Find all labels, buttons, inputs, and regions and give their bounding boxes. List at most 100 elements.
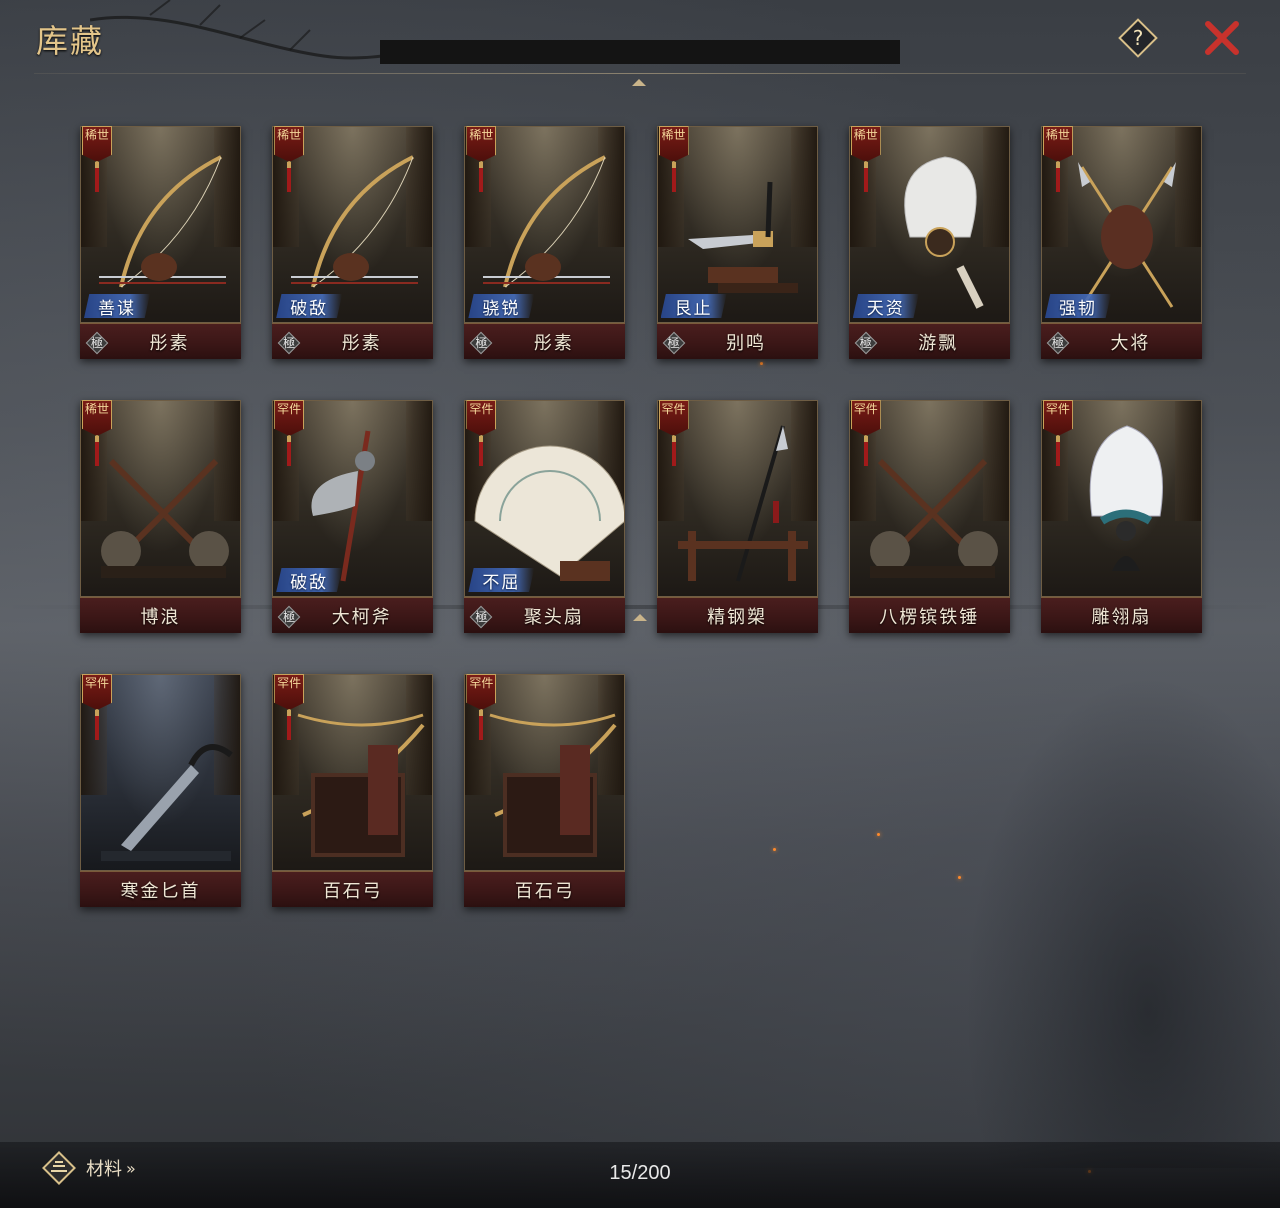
rarity-tag: 稀世: [658, 126, 689, 200]
item-name: 彤素: [341, 332, 382, 354]
grade-badge-label: 極: [283, 336, 296, 350]
rarity-tag: 罕件: [1042, 400, 1073, 474]
grade-badge-label: 極: [475, 610, 488, 624]
question-diamond-icon: ?: [1118, 18, 1158, 58]
item-card[interactable]: 罕件百石弓: [272, 674, 434, 907]
rarity-tag: 罕件: [658, 400, 689, 474]
item-name: 博浪: [140, 606, 181, 628]
scroll-up-caret-icon[interactable]: [632, 79, 646, 86]
item-name-bar: 精钢槊: [656, 597, 818, 633]
item-name-bar: 寒金匕首: [80, 871, 241, 907]
skill-badge: 不屈: [468, 568, 535, 592]
item-name-bar: 八楞镔铁锤: [848, 597, 1010, 633]
rarity-tag-label: 罕件: [661, 402, 686, 416]
item-card[interactable]: 稀世博浪: [80, 400, 241, 633]
page-title: 库藏: [36, 22, 105, 60]
rarity-tag-label: 罕件: [84, 676, 109, 690]
close-button[interactable]: [1200, 18, 1244, 58]
grade-badge: 極: [662, 331, 685, 355]
svg-text:?: ?: [1133, 26, 1144, 50]
item-card[interactable]: 罕件寒金匕首: [80, 674, 241, 907]
skill-badge: 善谋: [84, 294, 150, 318]
inventory-count: 15/200: [609, 1162, 671, 1184]
item-card[interactable]: 罕件破敌大柯斧 極: [272, 400, 434, 633]
item-name: 大将: [1110, 332, 1151, 354]
item-grid: 稀世善谋彤素極 稀世破敌彤素極 稀世骁锐彤素極 稀世艮止别鸣極: [80, 126, 1202, 907]
item-name: 雕翎扇: [1091, 606, 1152, 628]
rarity-tag-label: 罕件: [1045, 402, 1070, 416]
rarity-tag: 罕件: [466, 674, 497, 748]
rarity-tag: 稀世: [850, 126, 881, 200]
header-bar: 库藏 ?: [0, 0, 1280, 86]
materials-button[interactable]: 材料 »: [40, 1148, 136, 1188]
skill-badge: 骁锐: [468, 294, 535, 318]
item-name: 大柯斧: [331, 606, 392, 628]
help-button[interactable]: ?: [1116, 16, 1160, 60]
rarity-tag-label: 稀世: [84, 128, 109, 142]
materials-label: 材料: [86, 1159, 122, 1180]
item-card[interactable]: 罕件不屈聚头扇 極: [464, 400, 626, 633]
grade-badge: 極: [85, 331, 109, 355]
rarity-tag-label: 稀世: [84, 402, 109, 416]
item-name: 彤素: [149, 332, 190, 354]
grade-badge: 極: [470, 331, 493, 355]
item-card[interactable]: 稀世破敌彤素 極: [272, 126, 434, 359]
item-name: 百石弓: [514, 880, 575, 902]
item-card[interactable]: 稀世骁锐彤素 極: [464, 126, 626, 359]
rarity-tag-label: 稀世: [469, 128, 494, 142]
grade-badge: 極: [470, 605, 493, 629]
grade-badge: 極: [854, 331, 878, 355]
item-card[interactable]: 罕件精钢槊: [656, 400, 818, 633]
skill-badge: 强韧: [1044, 294, 1111, 318]
rarity-tag-label: 罕件: [277, 402, 302, 416]
rarity-tag: 稀世: [82, 400, 112, 474]
rarity-tag: 罕件: [274, 674, 305, 748]
rarity-tag-label: 罕件: [277, 676, 302, 690]
rarity-tag: 稀世: [274, 126, 305, 200]
rarity-tag: 稀世: [1042, 126, 1073, 200]
item-card[interactable]: 稀世善谋彤素 極: [80, 126, 241, 359]
rarity-tag-label: 罕件: [469, 676, 494, 690]
item-name: 聚头扇: [523, 606, 584, 628]
grade-badge: 極: [277, 331, 301, 355]
item-name: 百石弓: [322, 880, 383, 902]
item-card[interactable]: 罕件八楞镔铁锤: [848, 400, 1010, 633]
materials-arrow-icon: »: [126, 1158, 136, 1178]
grade-badge-label: 極: [1051, 336, 1064, 350]
item-card[interactable]: 罕件百石弓: [464, 674, 626, 907]
close-x-icon: [1205, 21, 1239, 55]
rarity-tag-label: 稀世: [277, 128, 302, 142]
skill-badge: 破敌: [276, 568, 343, 592]
rarity-tag-label: 罕件: [469, 402, 494, 416]
rarity-tag-label: 罕件: [853, 402, 878, 416]
item-card[interactable]: 稀世 艮止 别鸣 極: [656, 126, 818, 359]
materials-icon: [42, 1151, 76, 1185]
grade-badge-label: 極: [859, 336, 872, 350]
rarity-tag: 罕件: [82, 674, 112, 748]
item-name: 寒金匕首: [120, 880, 201, 902]
item-card[interactable]: 稀世强韧大将 極: [1040, 126, 1202, 359]
grade-badge-label: 極: [475, 336, 488, 350]
rarity-tag: 稀世: [466, 126, 497, 200]
rarity-tag-label: 稀世: [1045, 128, 1070, 142]
rarity-tag: 罕件: [274, 400, 305, 474]
item-name: 彤素: [533, 332, 574, 354]
item-name-bar: 百石弓: [272, 871, 434, 907]
grade-badge: 極: [1046, 331, 1070, 355]
redacted-bar: [380, 40, 900, 64]
skill-badge: 破敌: [276, 294, 343, 318]
rarity-tag: 稀世: [82, 126, 112, 200]
skill-badge: 艮止: [660, 294, 727, 318]
item-card[interactable]: 稀世天资游飘 極: [848, 126, 1010, 359]
grade-badge-label: 極: [90, 336, 103, 350]
header-divider: [34, 73, 1246, 74]
item-card[interactable]: 罕件雕翎扇: [1040, 400, 1202, 633]
scroll-caret-icon[interactable]: [633, 614, 647, 621]
item-name: 八楞镔铁锤: [879, 606, 980, 628]
item-name-bar: 博浪: [80, 597, 241, 633]
ink-branch-decoration: [90, 0, 390, 60]
grade-badge-label: 極: [283, 610, 296, 624]
skill-badge: 天资: [852, 294, 919, 318]
rarity-tag-label: 稀世: [661, 128, 686, 142]
item-name: 游飘: [918, 332, 959, 354]
